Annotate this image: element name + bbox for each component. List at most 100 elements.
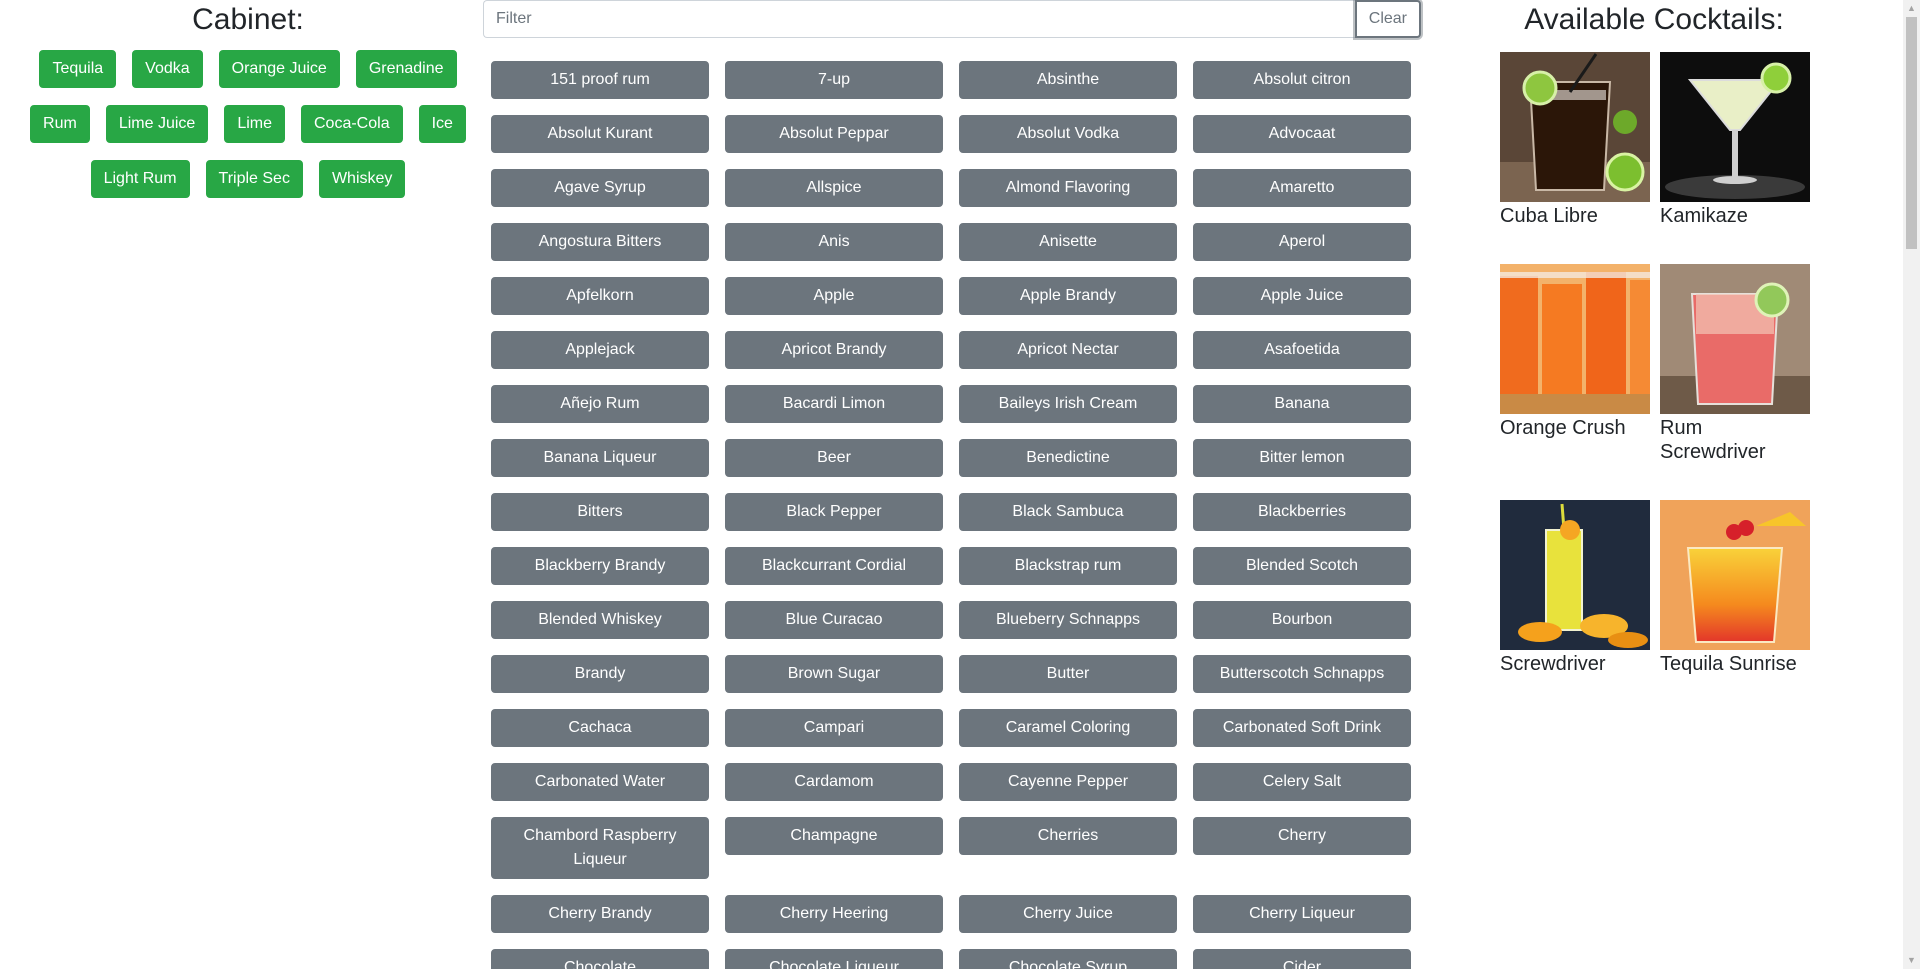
- cocktail-image[interactable]: [1660, 52, 1810, 202]
- ingredient-button-apricot-brandy[interactable]: Apricot Brandy: [725, 331, 943, 369]
- ingredient-button-black-pepper[interactable]: Black Pepper: [725, 493, 943, 531]
- cocktail-image[interactable]: [1500, 52, 1650, 202]
- ingredient-button-cherry-liqueur[interactable]: Cherry Liqueur: [1193, 895, 1411, 933]
- ingredient-button-bourbon[interactable]: Bourbon: [1193, 601, 1411, 639]
- cabinet-item-vodka[interactable]: Vodka: [132, 50, 203, 88]
- ingredient-button-chambord-raspberry-liqueur[interactable]: Chambord Raspberry Liqueur: [491, 817, 709, 879]
- ingredient-button-angostura-bitters[interactable]: Angostura Bitters: [491, 223, 709, 261]
- ingredient-button-cherry-juice[interactable]: Cherry Juice: [959, 895, 1177, 933]
- cabinet-item-light-rum[interactable]: Light Rum: [90, 160, 190, 198]
- cabinet-item-grenadine[interactable]: Grenadine: [355, 50, 457, 88]
- ingredient-button-cherry[interactable]: Cherry: [1193, 817, 1411, 855]
- filter-input[interactable]: [483, 0, 1355, 38]
- ingredient-button-blackcurrant-cordial[interactable]: Blackcurrant Cordial: [725, 547, 943, 585]
- cocktails-title: Available Cocktails:: [1524, 3, 1784, 36]
- cocktail-card-kamikaze[interactable]: Kamikaze: [1660, 52, 1810, 228]
- ingredient-button-allspice[interactable]: Allspice: [725, 169, 943, 207]
- ingredient-button-cherry-heering[interactable]: Cherry Heering: [725, 895, 943, 933]
- ingredient-button-blended-scotch[interactable]: Blended Scotch: [1193, 547, 1411, 585]
- ingredient-button-banana[interactable]: Banana: [1193, 385, 1411, 423]
- ingredient-button-asafoetida[interactable]: Asafoetida: [1193, 331, 1411, 369]
- ingredient-button-cachaca[interactable]: Cachaca: [491, 709, 709, 747]
- cabinet-item-triple-sec[interactable]: Triple Sec: [205, 160, 303, 198]
- ingredient-button-benedictine[interactable]: Benedictine: [959, 439, 1177, 477]
- clear-button[interactable]: Clear: [1354, 0, 1421, 38]
- ingredient-button-apfelkorn[interactable]: Apfelkorn: [491, 277, 709, 315]
- ingredient-button-apple-juice[interactable]: Apple Juice: [1193, 277, 1411, 315]
- ingredient-button-amaretto[interactable]: Amaretto: [1193, 169, 1411, 207]
- cabinet-item-rum[interactable]: Rum: [30, 105, 90, 143]
- ingredient-button-applejack[interactable]: Applejack: [491, 331, 709, 369]
- ingredient-button-carbonated-water[interactable]: Carbonated Water: [491, 763, 709, 801]
- cabinet-item-coca-cola[interactable]: Coca-Cola: [301, 105, 403, 143]
- ingredient-button-bacardi-limon[interactable]: Bacardi Limon: [725, 385, 943, 423]
- ingredient-button-151-proof-rum[interactable]: 151 proof rum: [491, 61, 709, 99]
- ingredient-button-anejo-rum[interactable]: Añejo Rum: [491, 385, 709, 423]
- ingredient-button-cherry-brandy[interactable]: Cherry Brandy: [491, 895, 709, 933]
- ingredient-button-blackberry-brandy[interactable]: Blackberry Brandy: [491, 547, 709, 585]
- ingredient-button-cherries[interactable]: Cherries: [959, 817, 1177, 855]
- ingredient-button-7-up[interactable]: 7-up: [725, 61, 943, 99]
- cabinet-item-orange-juice[interactable]: Orange Juice: [218, 50, 340, 88]
- ingredient-button-absolut-peppar[interactable]: Absolut Peppar: [725, 115, 943, 153]
- cocktail-image[interactable]: [1500, 264, 1650, 414]
- ingredient-button-champagne[interactable]: Champagne: [725, 817, 943, 855]
- ingredient-button-chocolate-syrup[interactable]: Chocolate Syrup: [959, 949, 1177, 969]
- cocktail-image[interactable]: [1500, 500, 1650, 650]
- ingredient-button-apricot-nectar[interactable]: Apricot Nectar: [959, 331, 1177, 369]
- cocktail-card-screwdriver[interactable]: Screwdriver: [1500, 500, 1650, 676]
- ingredient-button-cayenne-pepper[interactable]: Cayenne Pepper: [959, 763, 1177, 801]
- ingredient-button-absolut-vodka[interactable]: Absolut Vodka: [959, 115, 1177, 153]
- ingredient-button-blueberry-schnapps[interactable]: Blueberry Schnapps: [959, 601, 1177, 639]
- cocktail-card-tequila-sunrise[interactable]: Tequila Sunrise: [1660, 500, 1810, 676]
- ingredient-list: 151 proof rum 7-up Absinthe Absolut citron A…: [491, 61, 1421, 969]
- ingredient-button-bitters[interactable]: Bitters: [491, 493, 709, 531]
- scroll-down-arrow-icon[interactable]: ▼: [1903, 952, 1920, 969]
- ingredient-button-brandy[interactable]: Brandy: [491, 655, 709, 693]
- cocktail-card-rum-screwdriver[interactable]: Rum Screwdriver: [1660, 264, 1810, 464]
- ingredient-button-butter[interactable]: Butter: [959, 655, 1177, 693]
- ingredient-button-blue-curacao[interactable]: Blue Curacao: [725, 601, 943, 639]
- ingredient-button-absolut-citron[interactable]: Absolut citron: [1193, 61, 1411, 99]
- ingredient-button-almond-flavoring[interactable]: Almond Flavoring: [959, 169, 1177, 207]
- ingredient-button-chocolate[interactable]: Chocolate: [491, 949, 709, 969]
- cocktail-card-cuba-libre[interactable]: Cuba Libre: [1500, 52, 1650, 228]
- ingredient-button-campari[interactable]: Campari: [725, 709, 943, 747]
- ingredient-button-apple-brandy[interactable]: Apple Brandy: [959, 277, 1177, 315]
- ingredient-button-aperol[interactable]: Aperol: [1193, 223, 1411, 261]
- ingredient-button-cider[interactable]: Cider: [1193, 949, 1411, 969]
- ingredient-button-butterscotch-schnapps[interactable]: Butterscotch Schnapps: [1193, 655, 1411, 693]
- ingredient-button-chocolate-liqueur[interactable]: Chocolate Liqueur: [725, 949, 943, 969]
- scroll-thumb[interactable]: [1906, 17, 1917, 249]
- ingredient-button-apple[interactable]: Apple: [725, 277, 943, 315]
- scroll-up-arrow-icon[interactable]: ▲: [1903, 0, 1920, 17]
- ingredient-button-blackstrap-rum[interactable]: Blackstrap rum: [959, 547, 1177, 585]
- cabinet-item-lime-juice[interactable]: Lime Juice: [105, 105, 209, 143]
- ingredient-button-carbonated-soft-drink[interactable]: Carbonated Soft Drink: [1193, 709, 1411, 747]
- ingredient-button-absolut-kurant[interactable]: Absolut Kurant: [491, 115, 709, 153]
- ingredient-button-blackberries[interactable]: Blackberries: [1193, 493, 1411, 531]
- cocktail-image[interactable]: [1660, 264, 1810, 414]
- ingredient-button-baileys-irish-cream[interactable]: Baileys Irish Cream: [959, 385, 1177, 423]
- ingredient-button-advocaat[interactable]: Advocaat: [1193, 115, 1411, 153]
- cabinet-item-whiskey[interactable]: Whiskey: [318, 160, 406, 198]
- ingredient-button-banana-liqueur[interactable]: Banana Liqueur: [491, 439, 709, 477]
- cabinet-item-tequila[interactable]: Tequila: [39, 50, 117, 88]
- cabinet-item-lime[interactable]: Lime: [224, 105, 285, 143]
- cocktail-image[interactable]: [1660, 500, 1810, 650]
- ingredient-button-agave-syrup[interactable]: Agave Syrup: [491, 169, 709, 207]
- ingredient-button-anisette[interactable]: Anisette: [959, 223, 1177, 261]
- ingredient-button-cardamom[interactable]: Cardamom: [725, 763, 943, 801]
- cabinet-item-ice[interactable]: Ice: [418, 105, 466, 143]
- ingredient-button-caramel-coloring[interactable]: Caramel Coloring: [959, 709, 1177, 747]
- ingredient-button-beer[interactable]: Beer: [725, 439, 943, 477]
- cocktail-card-orange-crush[interactable]: Orange Crush: [1500, 264, 1650, 440]
- ingredient-button-blended-whiskey[interactable]: Blended Whiskey: [491, 601, 709, 639]
- ingredient-button-absinthe[interactable]: Absinthe: [959, 61, 1177, 99]
- page-scrollbar[interactable]: ▲ ▼: [1903, 0, 1920, 969]
- ingredient-button-bitter-lemon[interactable]: Bitter lemon: [1193, 439, 1411, 477]
- ingredient-button-celery-salt[interactable]: Celery Salt: [1193, 763, 1411, 801]
- ingredient-button-anis[interactable]: Anis: [725, 223, 943, 261]
- ingredient-button-black-sambuca[interactable]: Black Sambuca: [959, 493, 1177, 531]
- ingredient-button-brown-sugar[interactable]: Brown Sugar: [725, 655, 943, 693]
